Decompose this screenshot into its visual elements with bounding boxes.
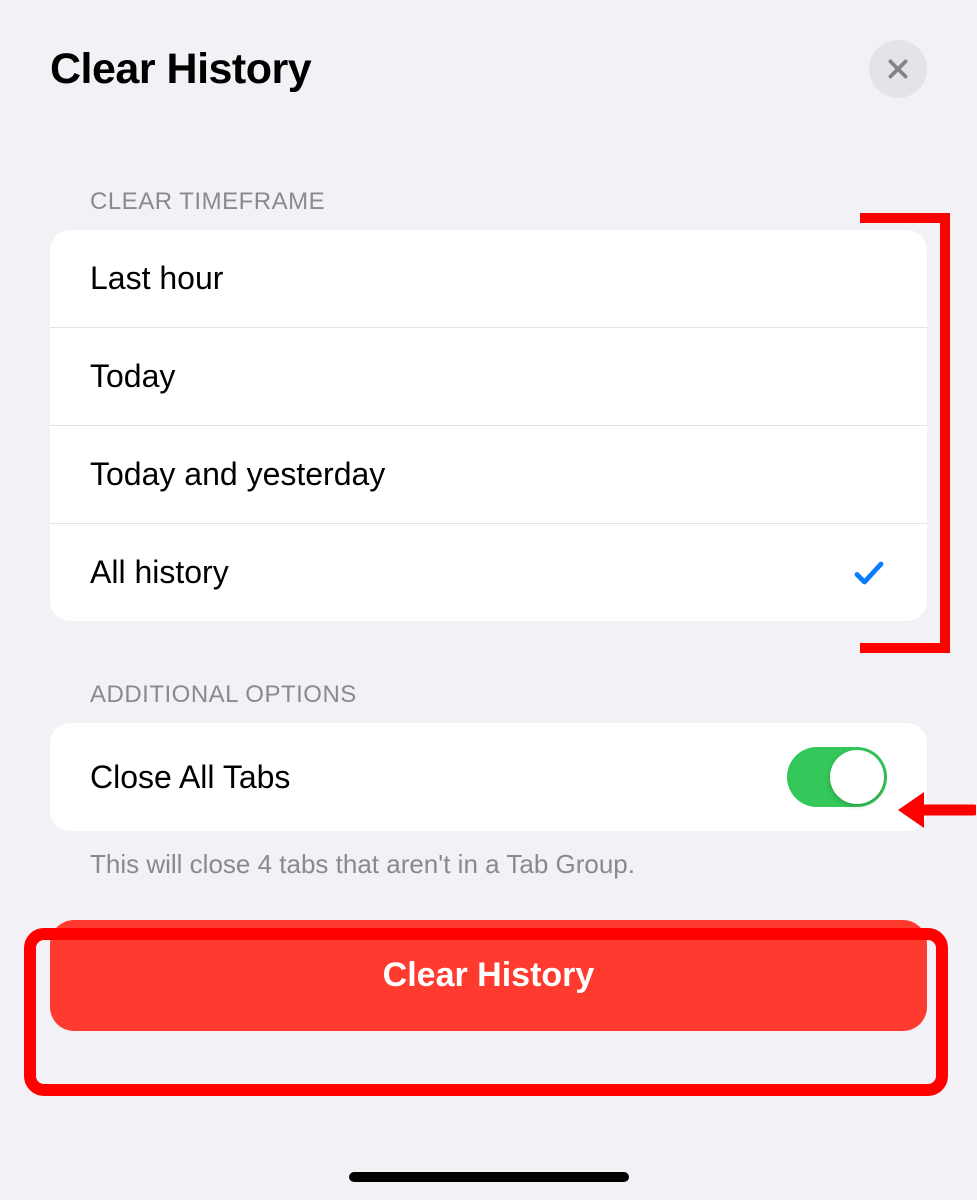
close-button[interactable] — [869, 40, 927, 98]
timeframe-option-all-history[interactable]: All history — [50, 524, 927, 621]
option-label: Today — [90, 358, 175, 395]
dialog-title: Clear History — [50, 45, 311, 94]
option-label: Last hour — [90, 260, 223, 297]
dialog-content: CLEAR TIMEFRAME Last hour Today Today an… — [0, 188, 977, 1031]
timeframe-option-last-hour[interactable]: Last hour — [50, 230, 927, 328]
clear-history-button[interactable]: Clear History — [50, 920, 927, 1031]
option-label: Today and yesterday — [90, 456, 385, 493]
timeframe-section-header: CLEAR TIMEFRAME — [50, 188, 927, 216]
dialog-header: Clear History — [0, 0, 977, 108]
checkmark-icon — [851, 555, 887, 591]
option-label: All history — [90, 554, 229, 591]
timeframe-option-today[interactable]: Today — [50, 328, 927, 426]
close-all-tabs-toggle[interactable] — [787, 747, 887, 807]
close-icon — [885, 56, 911, 82]
additional-section-header: ADDITIONAL OPTIONS — [50, 681, 927, 709]
timeframe-list: Last hour Today Today and yesterday All … — [50, 230, 927, 621]
additional-list: Close All Tabs — [50, 723, 927, 831]
close-tabs-footer-text: This will close 4 tabs that aren't in a … — [50, 831, 927, 880]
close-all-tabs-row: Close All Tabs — [50, 723, 927, 831]
timeframe-option-today-yesterday[interactable]: Today and yesterday — [50, 426, 927, 524]
toggle-knob — [830, 750, 884, 804]
action-button-label: Clear History — [383, 956, 595, 994]
home-indicator[interactable] — [349, 1172, 629, 1182]
close-all-tabs-label: Close All Tabs — [90, 759, 290, 796]
